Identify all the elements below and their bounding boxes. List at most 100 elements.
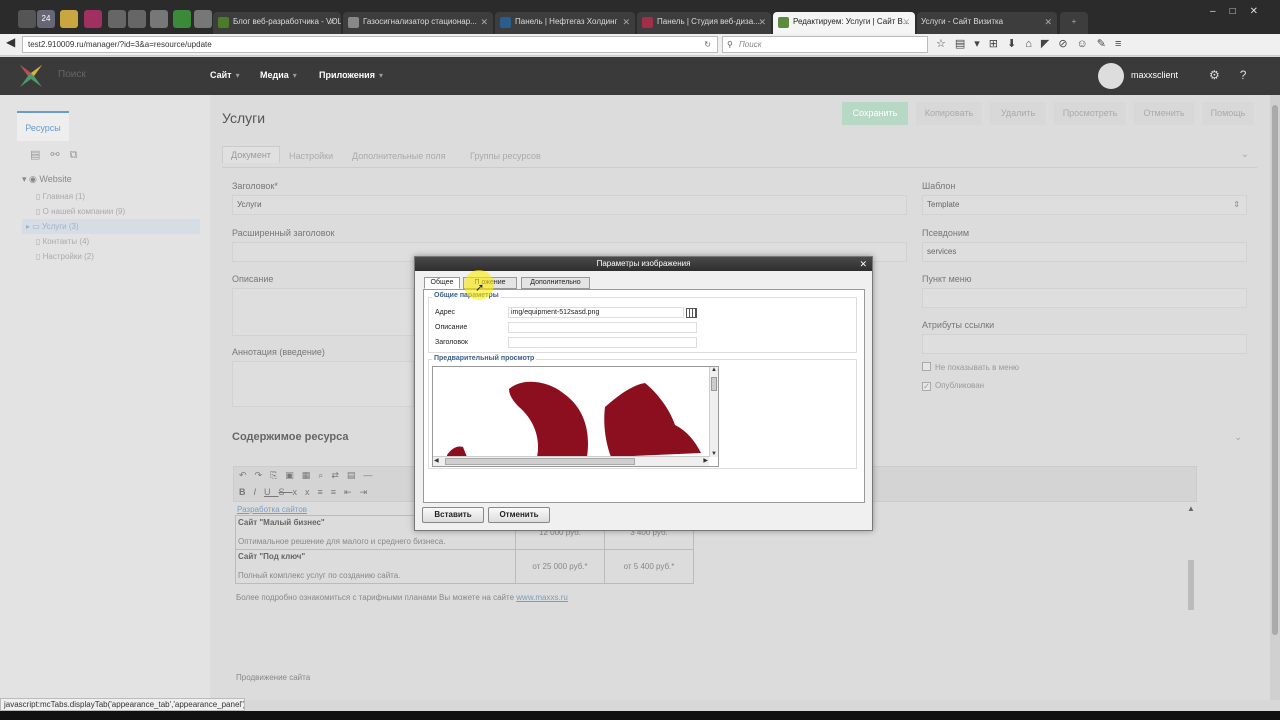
template-select[interactable]: Template ⇕ — [922, 195, 1247, 215]
alias-label: Псевдоним — [922, 228, 970, 238]
window-controls[interactable]: ‒□✕ — [1210, 6, 1272, 17]
modx-logo-icon[interactable] — [18, 63, 44, 89]
src-input[interactable]: img/equipment-512sasd.png — [508, 307, 684, 318]
tree-item[interactable]: ▯ Контакты (4) — [22, 234, 200, 249]
alias-input[interactable]: services — [922, 242, 1247, 262]
url-input[interactable]: test2.910009.ru/manager/?id=3&a=resource… — [22, 36, 718, 53]
tab-document[interactable]: Документ — [222, 146, 280, 163]
tab-settings[interactable]: Настройки — [289, 151, 333, 161]
nav-apps[interactable]: Приложения ▾ — [319, 70, 383, 80]
browser-tab[interactable]: Услуги - Сайт Визитка ✕ — [917, 12, 1057, 34]
introtext-input[interactable] — [232, 361, 414, 407]
back-icon[interactable]: ◀ — [6, 35, 15, 49]
close-tab-icon[interactable]: ✕ — [902, 12, 910, 32]
tab-advanced[interactable]: Дополнительно — [521, 277, 590, 289]
pinned-tab[interactable] — [84, 10, 102, 28]
close-tab-icon[interactable]: ✕ — [1044, 12, 1052, 32]
tree-item-selected[interactable]: ▸ ▭ Услуги (3) — [22, 219, 200, 234]
pinned-tab[interactable] — [108, 10, 126, 28]
tree-toolbar-icons[interactable]: ▤⚯⧉ — [30, 148, 87, 162]
scrollbar-thumb[interactable] — [445, 458, 635, 465]
pinned-tab[interactable] — [60, 10, 78, 28]
alt-input[interactable] — [508, 322, 697, 333]
close-tab-icon[interactable]: ✕ — [328, 12, 336, 32]
published-checkbox[interactable]: ✓ Опубликован — [922, 381, 984, 391]
browser-toolbar-icons[interactable]: ☆▤▾⊞⬇⌂◤⊘☺✎≡ — [936, 37, 1130, 50]
scrollbar-thumb[interactable] — [711, 377, 717, 391]
new-tab-button[interactable]: + — [1060, 12, 1088, 34]
resource-tabs: Документ Настройки Дополнительные поля Г… — [222, 146, 1257, 168]
browser-tab[interactable]: Газосигнализатор стационар... ✕ — [343, 12, 493, 34]
editor-link[interactable]: Разработка сайтов — [237, 505, 307, 514]
avatar[interactable] — [1098, 63, 1124, 89]
tree-item[interactable]: ▯ Главная (1) — [22, 189, 200, 204]
scroll-right-icon[interactable]: ▶ — [703, 457, 708, 464]
dialog-cancel-button[interactable]: Отменить — [488, 507, 550, 523]
close-tab-icon[interactable]: ✕ — [480, 12, 488, 32]
page-scrollbar-thumb[interactable] — [1272, 105, 1278, 635]
description-input[interactable] — [232, 288, 414, 336]
tab-resource-groups[interactable]: Группы ресурсов — [470, 151, 541, 161]
tab-tvs[interactable]: Дополнительные поля — [352, 151, 446, 161]
copy-button[interactable]: Копировать — [916, 102, 982, 125]
browse-icon[interactable] — [686, 308, 697, 318]
template-value: Template — [927, 200, 960, 209]
nav-site[interactable]: Сайт ▾ — [210, 70, 240, 80]
pinned-tab[interactable] — [173, 10, 191, 28]
page-scrollbar[interactable] — [1270, 95, 1280, 700]
header-settings-icons[interactable]: ⚙? — [1209, 68, 1266, 82]
close-icon[interactable]: ✕ — [859, 257, 867, 271]
pinned-tab[interactable] — [128, 10, 146, 28]
delete-button[interactable]: Удалить — [990, 102, 1046, 125]
close-tab-icon[interactable]: ✕ — [758, 12, 766, 32]
menutitle-input[interactable] — [922, 288, 1247, 308]
title-label: Заголовок* — [232, 181, 278, 191]
editor-toolbar-row1[interactable]: ↶↷⎘▣▦⌕⇄▤― — [239, 470, 380, 481]
tab-general[interactable]: Общее — [424, 277, 460, 289]
save-button[interactable]: Сохранить — [842, 102, 908, 125]
collapse-icon[interactable]: ⌄ — [1241, 149, 1249, 160]
username[interactable]: maxxsclient — [1131, 70, 1178, 80]
chevron-right-icon: ▸ ▭ — [26, 222, 43, 231]
more-info-link[interactable]: www.maxxs.ru — [516, 593, 568, 602]
browser-tab[interactable]: Панель | Студия веб-диза... ✕ — [637, 12, 771, 34]
scroll-left-icon[interactable]: ◀ — [434, 457, 439, 464]
editor-scrollbar[interactable] — [1188, 560, 1194, 610]
image-preview: ▲ ▼ ◀ ▶ — [432, 366, 719, 467]
preview-vertical-scrollbar[interactable]: ▲ ▼ — [709, 367, 718, 457]
view-button[interactable]: Просмотреть — [1054, 102, 1126, 125]
browser-search-input[interactable]: ⚲ Поиск — [722, 36, 928, 53]
link-attr-input[interactable] — [922, 334, 1247, 354]
insert-button[interactable]: Вставить — [422, 507, 484, 523]
tree-item[interactable]: ▯ О нашей компании (9) — [22, 204, 200, 219]
pinned-tab-badge[interactable]: 24 — [37, 10, 55, 28]
preview-horizontal-scrollbar[interactable]: ◀ ▶ — [433, 456, 709, 466]
browser-tab-active[interactable]: Редактируем: Услуги | Сайт В... ✕ — [773, 12, 915, 34]
cancel-button[interactable]: Отменить — [1134, 102, 1194, 125]
image-title-input[interactable] — [508, 337, 697, 348]
scroll-up-icon[interactable]: ▲ — [711, 367, 717, 373]
hide-menu-checkbox[interactable]: Не показывать в меню — [922, 362, 1019, 372]
scroll-down-icon[interactable]: ▼ — [711, 451, 717, 457]
tree-root[interactable]: ▾ ◉ Website — [22, 172, 200, 189]
tree-item-label: Контакты (4) — [42, 237, 90, 246]
resource-tree: ▾ ◉ Website ▯ Главная (1) ▯ О нашей комп… — [22, 172, 200, 264]
dialog-title-bar[interactable]: Параметры изображения ✕ — [415, 257, 872, 271]
pinned-tab[interactable] — [194, 10, 212, 28]
manager-search-input[interactable]: Поиск — [58, 69, 86, 80]
pinned-tab[interactable] — [150, 10, 168, 28]
collapse-icon[interactable]: ⌄ — [1234, 432, 1242, 443]
pinned-tab[interactable] — [18, 10, 36, 28]
help-button[interactable]: Помощь — [1202, 102, 1254, 125]
tab-resources[interactable]: Ресурсы — [17, 111, 69, 141]
browser-tab[interactable]: Панель | Нефтегаз Холдинг ✕ — [495, 12, 635, 34]
nav-media[interactable]: Медиа ▾ — [260, 70, 297, 80]
tree-item[interactable]: ▯ Настройки (2) — [22, 249, 200, 264]
editor-scroll-up-icon[interactable]: ▲ — [1187, 504, 1195, 513]
browser-tab[interactable]: Блог веб-разработчика - VOL... ✕ — [213, 12, 341, 34]
close-tab-icon[interactable]: ✕ — [622, 12, 630, 32]
tree-root-label: Website — [39, 174, 72, 184]
title-input[interactable]: Услуги — [232, 195, 907, 215]
reload-icon[interactable]: ↻ — [704, 37, 711, 52]
editor-toolbar-row2[interactable]: BIUSxx≡≡⇤⇥ — [239, 487, 375, 498]
